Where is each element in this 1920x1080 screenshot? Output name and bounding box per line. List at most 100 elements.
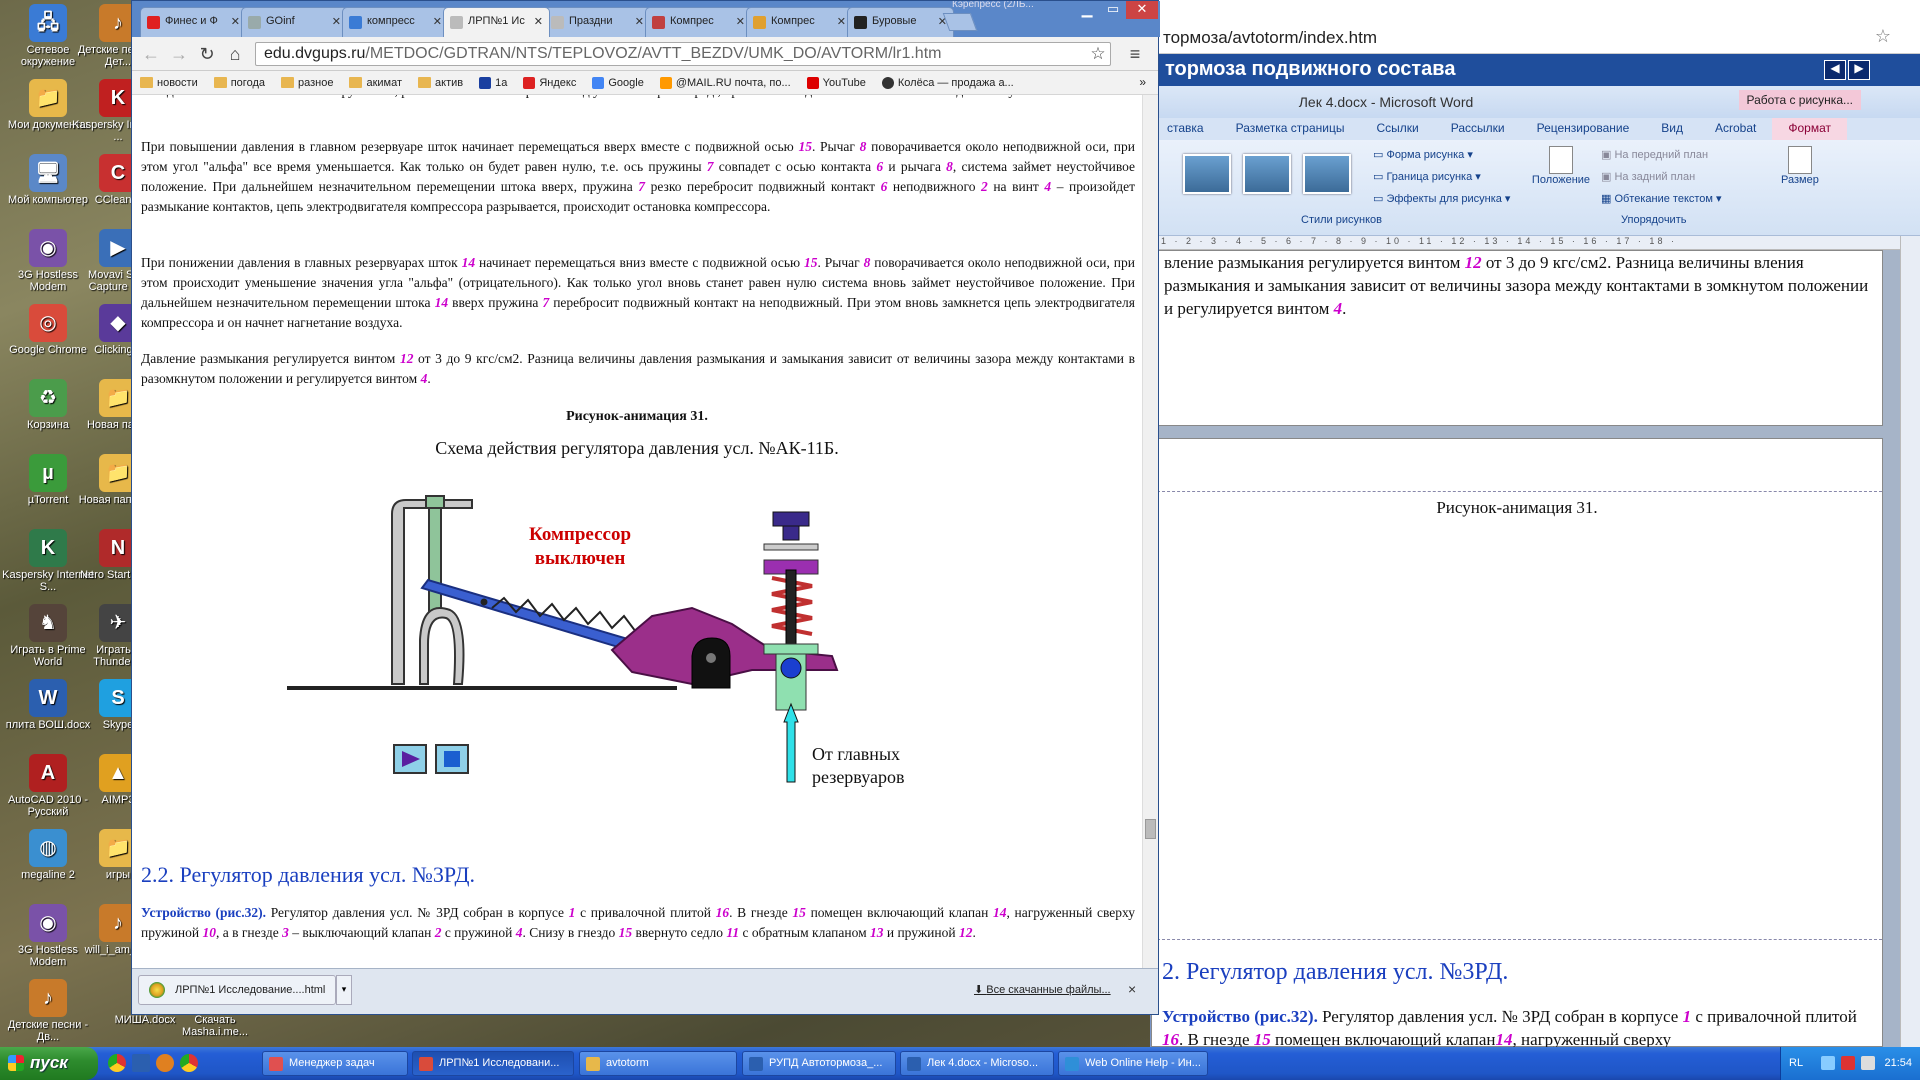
word-ribbon-tab[interactable]: Формат [1772, 118, 1847, 140]
text-run: ввернуто седло [632, 925, 727, 940]
close-download-bar-button[interactable]: × [1128, 981, 1136, 997]
home-icon[interactable]: ⌂ [224, 43, 246, 65]
modem-icon: ◉ [29, 229, 67, 267]
bring-front-button[interactable]: ▣ На передний план [1601, 148, 1708, 161]
picture-style-thumb-2[interactable] [1243, 154, 1291, 194]
word-ribbon-tab[interactable]: Ссылки [1360, 118, 1434, 140]
tab-close-icon[interactable]: ✕ [635, 15, 644, 28]
tab-close-icon[interactable]: ✕ [332, 15, 341, 28]
chrome-icon [419, 1057, 433, 1071]
media-quicklaunch-icon[interactable] [156, 1054, 174, 1072]
chrome-quicklaunch-icon[interactable] [108, 1054, 126, 1072]
text-run: резко перебросит подвижный контакт [645, 179, 881, 194]
nav-next-button[interactable]: ▶ [1848, 60, 1870, 80]
play-button[interactable] [393, 744, 427, 774]
text-run: с пружиной [441, 925, 516, 940]
start-button[interactable]: пуск [0, 1047, 98, 1080]
tab-close-icon[interactable]: ✕ [534, 15, 543, 28]
close-window-button[interactable]: ✕ [1126, 1, 1158, 19]
address-bar[interactable]: edu.dvgups.ru/METDOC/GDTRAN/NTS/TEPLOVOZ… [255, 42, 1111, 66]
nav-prev-button[interactable]: ◀ [1824, 60, 1846, 80]
bookmark-item[interactable]: актив [410, 71, 471, 94]
page-vertical-scrollbar[interactable] [1142, 95, 1158, 968]
stop-icon [444, 751, 460, 767]
word-ribbon-tab[interactable]: ставка [1151, 118, 1220, 140]
browser-tab[interactable]: Финес и Ф ✕ [140, 7, 247, 37]
taskbar-button[interactable]: Менеджер задач [262, 1051, 408, 1076]
browser-quicklaunch-icon[interactable] [180, 1054, 198, 1072]
size-button[interactable]: Размер [1781, 146, 1819, 186]
star-icon[interactable]: ☆ [1875, 26, 1891, 47]
bookmark-item[interactable]: Google [584, 71, 651, 94]
volume-tray-icon[interactable] [1861, 1056, 1875, 1070]
browser-tab[interactable]: компресс ✕ [342, 7, 449, 37]
text-run: . [1342, 299, 1347, 318]
word-address-text: тормоза/avtotorm/index.htm [1163, 28, 1377, 47]
taskbar-button[interactable]: РУПД Автотормоза_... [742, 1051, 896, 1076]
effects-button[interactable]: ▭ Эффекты для рисунка ▾ [1373, 192, 1510, 205]
tab-close-icon[interactable]: ✕ [231, 15, 240, 28]
word-quicklaunch-icon[interactable] [132, 1054, 150, 1072]
browser-tab[interactable]: Компрес ✕ [746, 7, 853, 37]
picture-style-thumb-1[interactable] [1183, 154, 1231, 194]
bookmark-item[interactable]: новости [132, 71, 206, 94]
download-item[interactable]: ЛРП№1 Исследование....html [138, 975, 336, 1005]
bookmarks-overflow-button[interactable]: » [1139, 75, 1146, 89]
taskbar-button[interactable]: Web Online Help - Ин... [1058, 1051, 1208, 1076]
forward-arrow-icon[interactable]: → [168, 43, 190, 65]
tab-close-icon[interactable]: ✕ [433, 15, 442, 28]
bookmark-star-icon[interactable]: ☆ [1087, 43, 1109, 65]
menu-icon[interactable]: ≡ [1124, 43, 1146, 65]
browser-tab[interactable]: Компрес ✕ [645, 7, 752, 37]
stop-button[interactable] [435, 744, 469, 774]
word-ribbon-tab[interactable]: Рецензирование [1521, 118, 1646, 140]
paragraph-pressure-decrease: При понижении давления в главных резерву… [141, 253, 1135, 333]
border-button[interactable]: ▭ Граница рисунка ▾ [1373, 170, 1481, 183]
download-menu-chevron-icon[interactable]: ▾ [336, 975, 352, 1005]
word-ribbon-tab[interactable]: Разметка страницы [1220, 118, 1361, 140]
bookmark-item[interactable]: погода [206, 71, 273, 94]
bookmark-item[interactable]: разное [273, 71, 341, 94]
send-back-button[interactable]: ▣ На задний план [1601, 170, 1695, 183]
minimize-button[interactable]: ▁ [1074, 1, 1100, 19]
desktop-shortcut[interactable]: ♪ Детские песни - Дв... [2, 979, 94, 1047]
antivirus-tray-icon[interactable] [1841, 1056, 1855, 1070]
bookmark-item[interactable]: YouTube [799, 71, 874, 94]
word-ribbon-tab[interactable]: Рассылки [1435, 118, 1521, 140]
bookmark-item[interactable]: Яндекс [515, 71, 584, 94]
chrome-icon: ◎ [29, 304, 67, 342]
back-arrow-icon[interactable]: ← [140, 43, 162, 65]
maximize-button[interactable]: ▭ [1100, 1, 1126, 19]
taskbar-button[interactable]: Лек 4.docx - Microso... [900, 1051, 1054, 1076]
shape-button[interactable]: ▭ Форма рисунка ▾ [1373, 148, 1473, 161]
scroll-thumb[interactable] [1145, 819, 1156, 839]
fig-state-line1: Компрессор [529, 524, 631, 545]
language-indicator[interactable]: RL [1789, 1057, 1803, 1069]
tab-close-icon[interactable]: ✕ [837, 15, 846, 28]
show-all-downloads-link[interactable]: ⬇ Все скачанные файлы... [974, 983, 1111, 996]
paragraph-device-3rd: Устройство (рис.32). Регулятор давления … [141, 903, 1135, 943]
network-tray-icon[interactable] [1821, 1056, 1835, 1070]
new-tab-button[interactable] [942, 13, 978, 31]
bookmark-item[interactable]: 1а [471, 71, 515, 94]
position-button[interactable]: Положение [1531, 146, 1591, 186]
tab-close-icon[interactable]: ✕ [736, 15, 745, 28]
part-number: 15 [618, 925, 633, 940]
wrap-text-button[interactable]: ▦ Обтекание текстом ▾ [1601, 192, 1722, 205]
word-ribbon-tab[interactable]: Вид [1645, 118, 1699, 140]
taskbar-button[interactable]: ЛРП№1 Исследовани... [412, 1051, 574, 1076]
browser-tab[interactable]: ЛРП№1 Ис ✕ [443, 7, 550, 37]
taskbar-button[interactable]: avtotorm [579, 1051, 737, 1076]
word-ribbon-tab[interactable]: Acrobat [1699, 118, 1772, 140]
autocad-icon: A [29, 754, 67, 792]
browser-tab[interactable]: Праздни ✕ [544, 7, 651, 37]
bookmark-item[interactable]: Колёса — продажа а... [874, 71, 1022, 94]
picture-style-thumb-3[interactable] [1303, 154, 1351, 194]
browser-tab[interactable]: Буровые ✕ [847, 7, 954, 37]
bookmark-item[interactable]: акимат [341, 71, 410, 94]
browser-tab[interactable]: GOinf ✕ [241, 7, 348, 37]
word-vertical-scrollbar[interactable] [1900, 236, 1920, 1047]
reload-icon[interactable]: ↻ [196, 43, 218, 65]
bookmark-item[interactable]: @MAIL.RU почта, по... [652, 71, 799, 94]
word-address-bar[interactable]: тормоза/avtotorm/index.htm ☆ [1151, 20, 1920, 54]
